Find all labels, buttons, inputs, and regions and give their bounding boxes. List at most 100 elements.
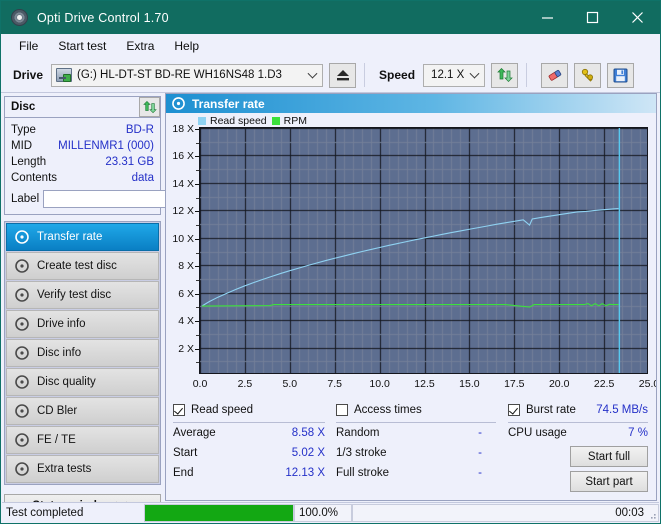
sidebar-item-create-test-disc[interactable]: Create test disc: [6, 252, 159, 280]
y-axis-tick-label: 10 X: [172, 233, 194, 245]
read-speed-label: Read speed: [191, 404, 253, 416]
right-panel: Transfer rate Read speed RPM 2 X4 X6 X8 …: [165, 93, 657, 501]
y-axis-tick-label: 4 X: [178, 315, 194, 327]
transfer-rate-chart: Read speed RPM 2 X4 X6 X8 X10 X12 X14 X1…: [166, 113, 656, 403]
progress-bar: [144, 504, 294, 522]
burst-rate-checkbox[interactable]: [508, 404, 520, 416]
menu-start-test[interactable]: Start test: [49, 36, 115, 56]
disc-row-value: MILLENMR1 (000): [58, 140, 154, 152]
disc-info-box: Disc Type BD-R MID MILLENMR1 (000): [4, 96, 161, 215]
toolbar-separator: [526, 63, 527, 87]
burst-rate-value: 74.5 MB/s: [596, 404, 648, 416]
close-button[interactable]: [615, 1, 660, 34]
drive-select[interactable]: (G:) HL-DT-ST BD-RE WH16NS48 1.D3: [51, 64, 323, 87]
sidebar-item-fe-te[interactable]: FE / TE: [6, 426, 159, 454]
speed-select-value: 12.1 X: [431, 69, 464, 81]
disc-header-label: Disc: [11, 101, 35, 113]
read-speed-checkbox-row[interactable]: Read speed: [173, 402, 325, 418]
stat-value: 12.13 X: [285, 467, 325, 479]
disc-header: Disc: [5, 97, 160, 118]
stat-value: -: [478, 447, 496, 459]
disc-row-value: BD-R: [126, 124, 154, 136]
disc-icon: [15, 375, 29, 389]
disc-icon: [15, 433, 29, 447]
burst-rate-checkbox-row[interactable]: Burst rate 74.5 MB/s: [508, 402, 648, 418]
disc-row-key: MID: [11, 140, 32, 152]
sidebar-item-label: Create test disc: [37, 260, 117, 272]
menu-bar: File Start test Extra Help: [1, 34, 660, 58]
read-speed-checkbox[interactable]: [173, 404, 185, 416]
x-axis-tick-label: 7.5: [327, 378, 342, 390]
refresh-button[interactable]: [491, 63, 518, 88]
menu-extra[interactable]: Extra: [117, 36, 163, 56]
stat-key: Full stroke: [336, 467, 389, 479]
chart-plot-area: [199, 127, 648, 374]
eject-button[interactable]: [329, 63, 356, 88]
window-controls: [525, 1, 660, 34]
start-full-button[interactable]: Start full: [570, 446, 648, 467]
sidebar-item-extra-tests[interactable]: Extra tests: [6, 455, 159, 483]
menu-file[interactable]: File: [10, 36, 47, 56]
stat-key: Start: [173, 447, 197, 459]
stat-value: -: [478, 427, 496, 439]
disc-icon: [15, 288, 29, 302]
legend-swatch: [272, 117, 280, 125]
x-axis-tick-label: 17.5: [504, 378, 524, 390]
x-axis-tick-label: 5.0: [282, 378, 297, 390]
start-part-button[interactable]: Start part: [570, 471, 648, 492]
x-axis-tick-label: 22.5: [594, 378, 614, 390]
save-button[interactable]: [607, 63, 634, 88]
legend-entry-read-speed: Read speed: [198, 115, 267, 127]
settings-keys-button[interactable]: [574, 63, 601, 88]
minimize-button[interactable]: [525, 1, 570, 34]
disc-rows: Type BD-R MID MILLENMR1 (000) Length 23.…: [5, 118, 160, 214]
sidebar-item-label: Drive info: [37, 318, 86, 330]
access-times-checkbox[interactable]: [336, 404, 348, 416]
x-axis-tick-label: 0.0: [193, 378, 208, 390]
sidebar-item-disc-info[interactable]: Disc info: [6, 339, 159, 367]
sidebar-item-label: CD Bler: [37, 405, 77, 417]
maximize-button[interactable]: [570, 1, 615, 34]
stat-row-cpu-usage: CPU usage 7 %: [508, 423, 648, 443]
speed-label: Speed: [379, 68, 415, 82]
sidebar-item-transfer-rate[interactable]: Transfer rate: [6, 223, 159, 251]
disc-label-key: Label: [11, 193, 39, 205]
progress-percent-text: 100.0%: [294, 504, 352, 522]
sidebar-item-disc-quality[interactable]: Disc quality: [6, 368, 159, 396]
y-axis-tick-label: 2 X: [178, 343, 194, 355]
legend-label: Read speed: [210, 115, 267, 127]
stat-value: 8.58 X: [292, 427, 325, 439]
stat-row-third-stroke: 1/3 stroke -: [336, 443, 496, 463]
stat-row-end: End 12.13 X: [173, 463, 325, 483]
disc-row-type: Type BD-R: [11, 122, 154, 138]
disc-row-key: Length: [11, 156, 46, 168]
status-text: Test completed: [2, 504, 144, 522]
toolbar: Drive (G:) HL-DT-ST BD-RE WH16NS48 1.D3 …: [1, 58, 660, 93]
sidebar-item-drive-info[interactable]: Drive info: [6, 310, 159, 338]
y-axis-tick-label: 14 X: [172, 178, 194, 190]
access-times-label: Access times: [354, 404, 422, 416]
stats-panel: Read speed Average 8.58 X Start 5.02 X E…: [166, 402, 656, 500]
sidebar-item-cd-bler[interactable]: CD Bler: [6, 397, 159, 425]
legend-label: RPM: [284, 115, 307, 127]
stat-row-random: Random -: [336, 423, 496, 443]
disc-row-key: Type: [11, 124, 36, 136]
stat-key: 1/3 stroke: [336, 447, 387, 459]
disc-icon: [15, 259, 29, 273]
sidebar-item-verify-test-disc[interactable]: Verify test disc: [6, 281, 159, 309]
y-axis-tick-label: 18 X: [172, 123, 194, 135]
drive-label: Drive: [13, 68, 43, 82]
stat-key: CPU usage: [508, 427, 567, 439]
disc-refresh-button[interactable]: [139, 97, 160, 117]
speed-select[interactable]: 12.1 X: [423, 64, 485, 87]
legend-entry-rpm: RPM: [272, 115, 307, 127]
stats-column-burst-rate: Burst rate 74.5 MB/s CPU usage 7 %: [508, 402, 648, 443]
erase-button[interactable]: [541, 63, 568, 88]
elapsed-time-text: 00:03: [352, 504, 659, 522]
menu-help[interactable]: Help: [165, 36, 208, 56]
access-times-checkbox-row[interactable]: Access times: [336, 402, 496, 418]
sidebar-item-label: Disc info: [37, 347, 81, 359]
resize-grip-icon[interactable]: [647, 510, 657, 520]
sidebar-item-label: Verify test disc: [37, 289, 111, 301]
chart-x-axis: 0.02.55.07.510.012.515.017.520.022.525.0…: [199, 376, 650, 392]
